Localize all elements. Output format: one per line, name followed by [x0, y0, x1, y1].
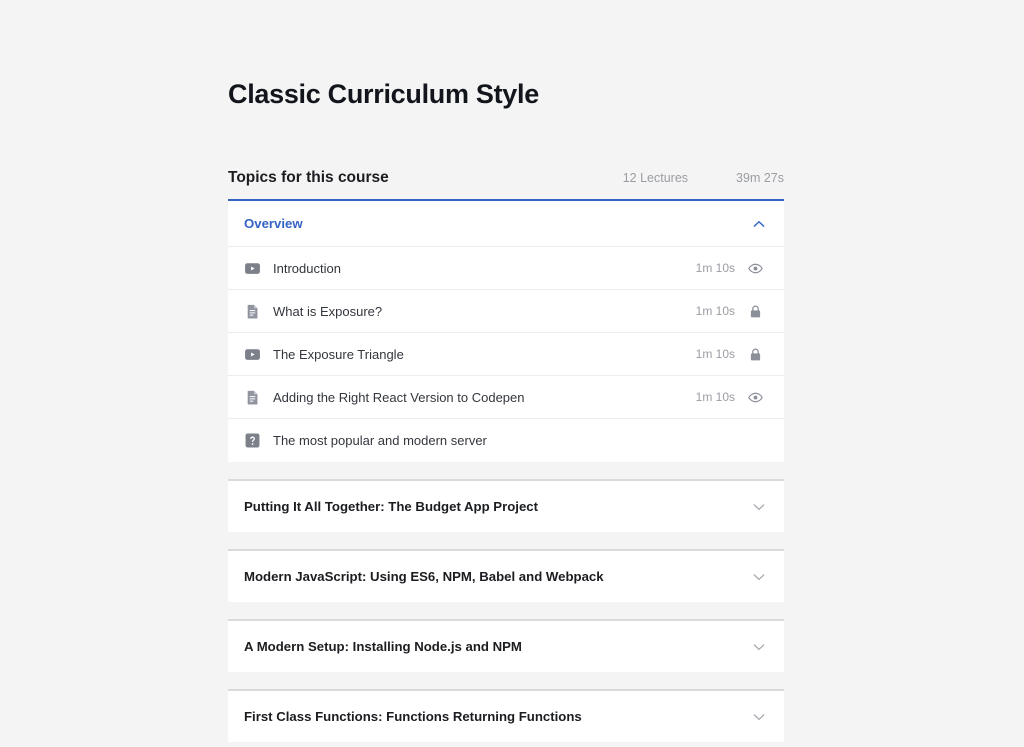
eye-icon[interactable]	[748, 261, 763, 276]
lesson-title: What is Exposure?	[273, 303, 383, 319]
lesson-title: The Exposure Triangle	[273, 346, 404, 362]
lesson-row[interactable]: What is Exposure? 1m 10s	[228, 290, 784, 334]
total-duration: 39m 27s	[736, 171, 784, 186]
lesson-row[interactable]: The Exposure Triangle 1m 10s	[228, 333, 784, 377]
chevron-down-icon[interactable]	[751, 709, 767, 725]
accordion-section-header[interactable]: First Class Functions: Functions Returni…	[228, 691, 784, 742]
accordion-section-title: Modern JavaScript: Using ES6, NPM, Babel…	[244, 569, 604, 585]
video-icon	[244, 260, 261, 277]
lesson-meta: 1m 10s	[696, 261, 763, 276]
accordion-section-title: Overview	[244, 216, 303, 232]
page-title: Classic Curriculum Style	[228, 79, 539, 109]
eye-icon[interactable]	[748, 390, 763, 405]
topics-meta: 12 Lectures 39m 27s	[623, 171, 784, 185]
accordion-section-header[interactable]: Putting It All Together: The Budget App …	[228, 481, 784, 532]
accordion-section-header[interactable]: A Modern Setup: Installing Node.js and N…	[228, 621, 784, 672]
lesson-meta: 1m 10s	[696, 304, 763, 319]
document-icon	[244, 303, 261, 320]
topics-heading: Topics for this course	[228, 169, 389, 187]
topics-header: Topics for this course 12 Lectures 39m 2…	[228, 169, 784, 199]
lesson-meta: 1m 10s	[696, 390, 763, 405]
accordion-section: A Modern Setup: Installing Node.js and N…	[228, 619, 784, 673]
lock-icon[interactable]	[748, 347, 763, 362]
lesson-title: The most popular and modern server	[273, 433, 487, 449]
accordion-section: Overview Introduction 1m 10s What is Exposu…	[228, 199, 784, 463]
accordion-section: Putting It All Together: The Budget App …	[228, 479, 784, 533]
accordion-section-title: A Modern Setup: Installing Node.js and N…	[244, 639, 522, 655]
lesson-duration: 1m 10s	[695, 304, 735, 319]
document-icon	[244, 389, 261, 406]
chevron-down-icon[interactable]	[751, 569, 767, 585]
curriculum-page: Classic Curriculum Style Topics for this…	[0, 0, 1024, 747]
video-icon	[244, 346, 261, 363]
lock-icon[interactable]	[748, 304, 763, 319]
content-container: Classic Curriculum Style Topics for this…	[228, 0, 784, 743]
accordion-section-title: First Class Functions: Functions Returni…	[244, 709, 582, 725]
accordion-section-header[interactable]: Overview	[228, 201, 784, 248]
chevron-down-icon[interactable]	[751, 639, 767, 655]
lesson-row[interactable]: The most popular and modern server	[228, 419, 784, 462]
chevron-down-icon[interactable]	[751, 499, 767, 515]
lesson-title: Introduction	[273, 260, 341, 276]
accordion-section: First Class Functions: Functions Returni…	[228, 689, 784, 743]
lesson-duration: 1m 10s	[695, 347, 735, 362]
accordion-section-header[interactable]: Modern JavaScript: Using ES6, NPM, Babel…	[228, 551, 784, 602]
lesson-row[interactable]: Introduction 1m 10s	[228, 247, 784, 291]
accordion-section: Modern JavaScript: Using ES6, NPM, Babel…	[228, 549, 784, 603]
lesson-duration: 1m 10s	[695, 390, 735, 405]
chevron-up-icon[interactable]	[751, 216, 767, 232]
lesson-meta: 1m 10s	[696, 347, 763, 362]
curriculum-accordion: Overview Introduction 1m 10s What is Exposu…	[228, 199, 784, 743]
lesson-row[interactable]: Adding the Right React Version to Codepe…	[228, 376, 784, 420]
lecture-count: 12 Lectures	[622, 171, 689, 186]
accordion-section-title: Putting It All Together: The Budget App …	[244, 499, 539, 515]
quiz-icon	[244, 432, 261, 449]
lesson-list: Introduction 1m 10s What is Exposure? 1m 10…	[228, 247, 784, 462]
lesson-duration: 1m 10s	[695, 261, 735, 276]
lesson-title: Adding the Right React Version to Codepe…	[273, 389, 525, 405]
